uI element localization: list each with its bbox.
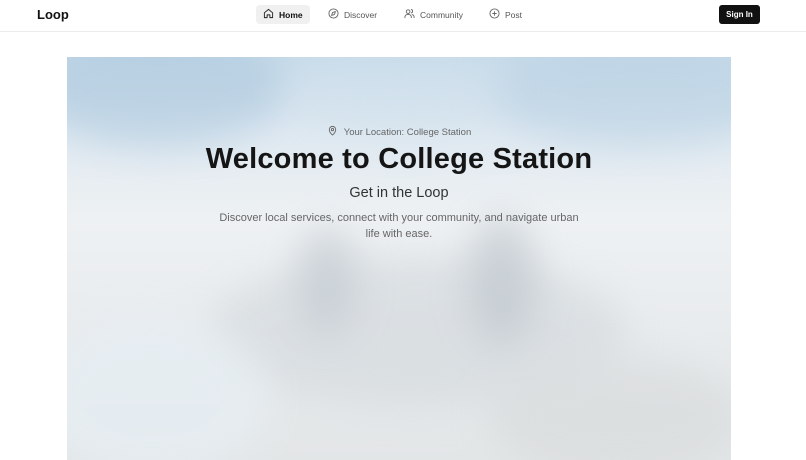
- home-icon: [263, 8, 274, 21]
- logo[interactable]: Loop: [37, 7, 69, 22]
- nav-item-home[interactable]: Home: [256, 5, 310, 24]
- sign-in-button[interactable]: Sign In: [719, 5, 760, 24]
- nav-item-label: Post: [505, 9, 523, 20]
- hero-content: Your Location: College Station Welcome t…: [67, 57, 731, 257]
- nav-item-label: Home: [279, 9, 303, 20]
- nav-item-post[interactable]: Post: [482, 5, 529, 24]
- hero-title: Welcome to College Station: [205, 143, 593, 175]
- nav-item-label: Discover: [344, 9, 378, 20]
- compass-icon: [328, 8, 339, 21]
- location-text: Your Location: College Station: [343, 126, 472, 138]
- nav-item-community[interactable]: Community: [397, 5, 470, 24]
- nav-item-label: Community: [420, 9, 463, 20]
- hero-banner: Your Location: College Station Welcome t…: [67, 57, 731, 460]
- top-navbar: Loop Home Discover Community Post Sign I…: [0, 0, 806, 32]
- map-pin-icon: [327, 125, 338, 139]
- hero-description: Discover local services, connect with yo…: [219, 212, 579, 240]
- plus-circle-icon: [489, 8, 500, 21]
- location-indicator: Your Location: College Station: [67, 125, 731, 139]
- hero-subtitle: Get in the Loop: [349, 185, 449, 201]
- users-icon: [404, 8, 415, 21]
- nav-item-discover[interactable]: Discover: [321, 5, 384, 24]
